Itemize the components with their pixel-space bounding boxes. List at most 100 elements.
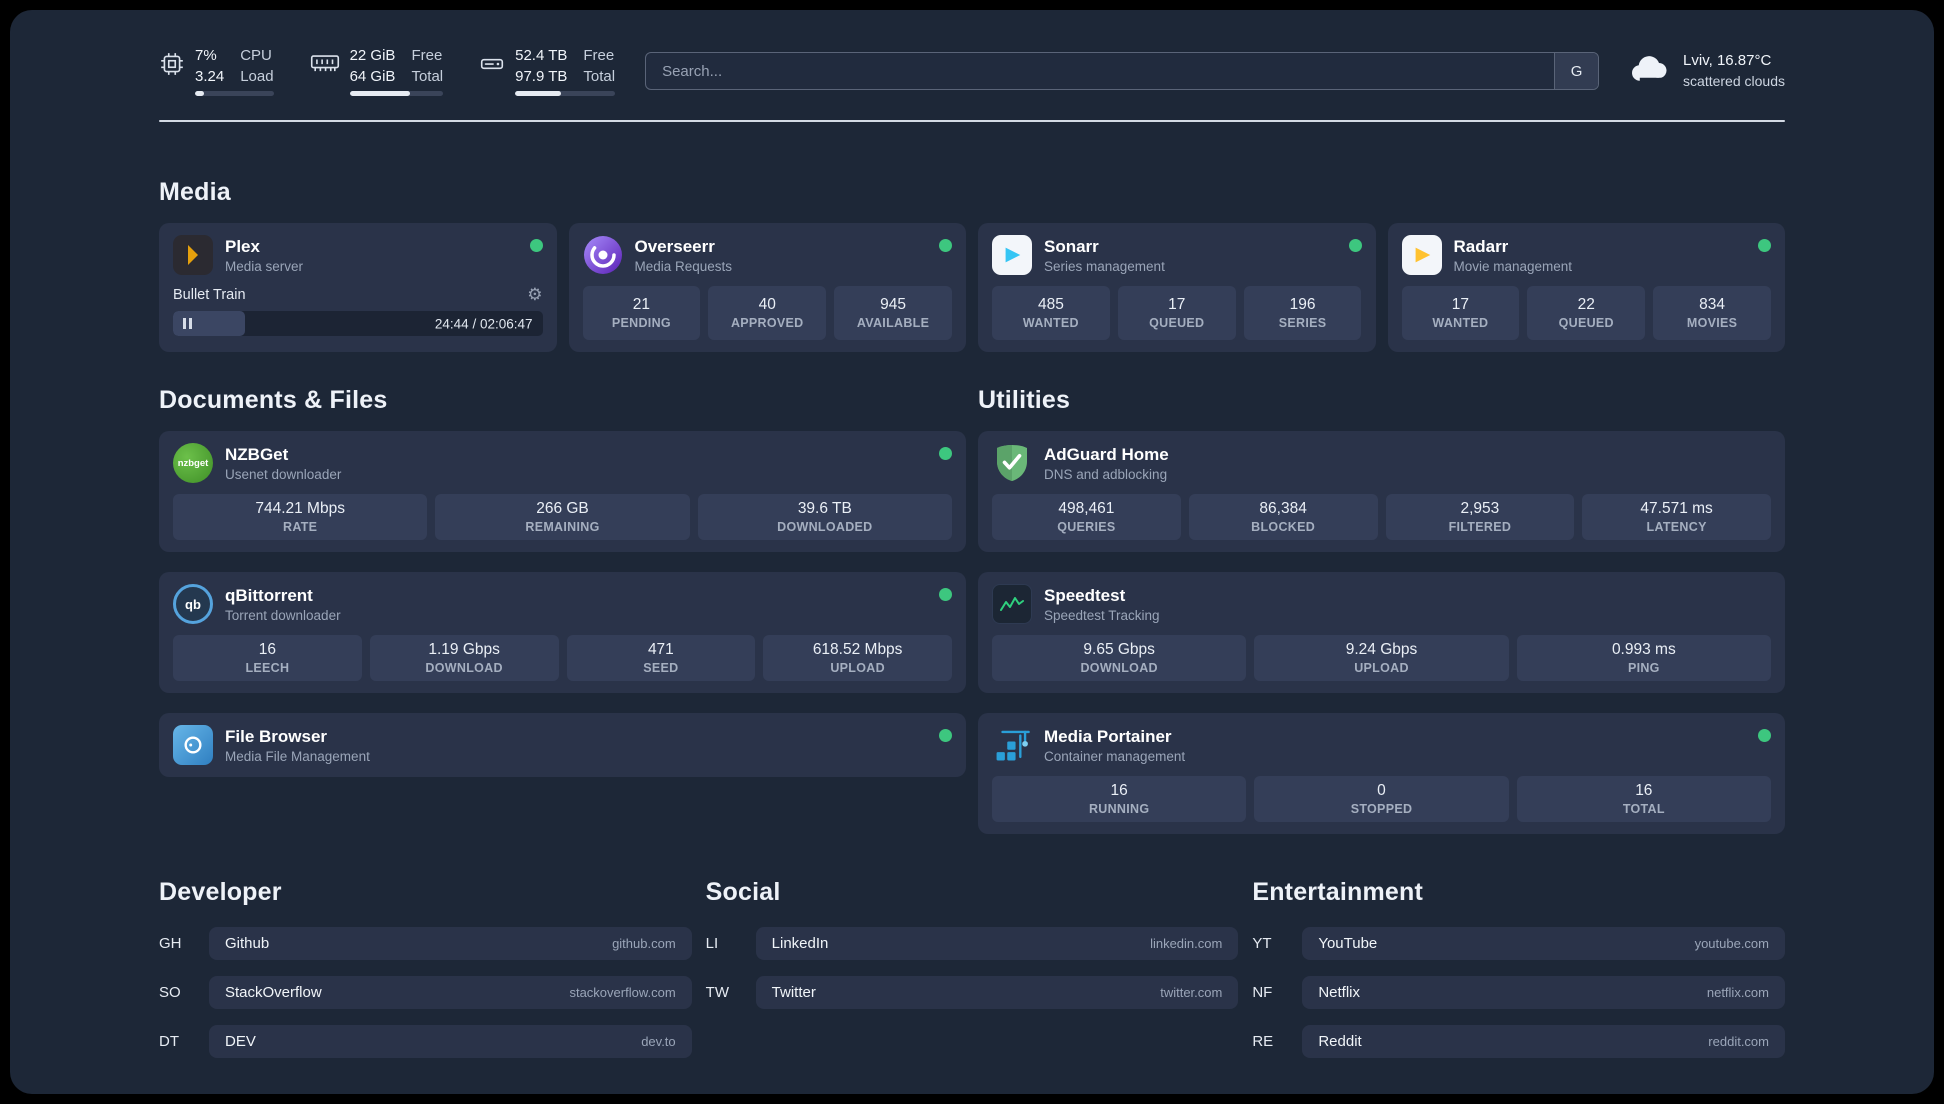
cpu-usage-bar <box>195 91 274 96</box>
bookmark-abbr: TW <box>705 984 729 1001</box>
stat-latency: 47.571 ms LATENCY <box>1582 494 1771 540</box>
playback-time: 24:44 / 02:06:47 <box>434 316 533 331</box>
stat-queries: 498,461 QUERIES <box>992 494 1181 540</box>
cpu-chip-icon <box>159 51 185 77</box>
stat-filtered: 2,953 FILTERED <box>1385 494 1575 540</box>
bookmark-abbr: GH <box>159 935 182 952</box>
stat-download: 1.19 Gbps DOWNLOAD <box>369 635 559 681</box>
ram-total-label: Total <box>411 67 444 85</box>
stat-wanted: 485 WANTED <box>992 286 1110 340</box>
bookmark-abbr: NF <box>1252 984 1273 1001</box>
section-documents: Documents & Files nzbget NZBGet Usenet d… <box>159 386 966 834</box>
qbittorrent-card[interactable]: qb qBittorrent Torrent downloader 16 LEE… <box>159 572 966 693</box>
status-online-dot <box>939 447 952 460</box>
app-description: DNS and adblocking <box>1044 466 1168 482</box>
search-engine-button[interactable]: G <box>1554 53 1599 89</box>
bookmark-link-github[interactable]: Github github.com <box>209 927 692 960</box>
section-media: Media Plex Media server Bullet Train ⚙ 2… <box>159 178 1785 352</box>
bookmark-link-dev[interactable]: DEV dev.to <box>209 1025 692 1058</box>
stat-upload: 618.52 Mbps UPLOAD <box>763 635 952 681</box>
speedtest-card[interactable]: Speedtest Speedtest Tracking 9.65 Gbps D… <box>978 572 1785 693</box>
adguard-shield-icon <box>992 443 1032 483</box>
gear-icon[interactable]: ⚙ <box>527 286 542 303</box>
section-title-entertainment: Entertainment <box>1252 878 1424 906</box>
ram-usage-bar <box>349 91 444 96</box>
system-metrics: 7% CPU 3.24 Load 22 GiB Free 64 GiB Tota… <box>159 46 616 96</box>
radarr-icon <box>1401 235 1442 275</box>
overseerr-card[interactable]: Overseerr Media Requests 21 PENDING 40 A… <box>568 223 966 352</box>
radarr-card[interactable]: Radarr Movie management 17 WANTED 22 QUE… <box>1387 223 1785 352</box>
disk-total-value: 97.9 TB <box>515 67 568 85</box>
section-title-media: Media <box>159 178 231 206</box>
top-bar: 7% CPU 3.24 Load 22 GiB Free 64 GiB Tota… <box>159 46 1785 96</box>
stat-queued: 17 QUEUED <box>1117 286 1236 340</box>
app-description: Media File Management <box>225 748 370 764</box>
stat-downloaded: 39.6 TB DOWNLOADED <box>697 494 952 540</box>
bookmark-link-reddit[interactable]: Reddit reddit.com <box>1302 1025 1785 1058</box>
app-name: Plex <box>225 236 260 256</box>
section-title-documents: Documents & Files <box>159 386 388 414</box>
ram-metric: 22 GiB Free 64 GiB Total <box>310 46 444 96</box>
app-name: Sonarr <box>1044 236 1099 256</box>
stat-leech: 16 LEECH <box>173 635 362 681</box>
plex-card[interactable]: Plex Media server Bullet Train ⚙ 24:44 /… <box>159 223 557 352</box>
bookmark-link-youtube[interactable]: YouTube youtube.com <box>1302 927 1785 960</box>
app-description: Container management <box>1044 748 1186 764</box>
ram-icon <box>310 51 340 75</box>
app-description: Usenet downloader <box>225 466 342 482</box>
app-name: File Browser <box>225 726 328 746</box>
disk-metric: 52.4 TB Free 97.9 TB Total <box>479 46 616 96</box>
dashboard-content: 7% CPU 3.24 Load 22 GiB Free 64 GiB Tota… <box>159 10 1785 1058</box>
sonarr-card[interactable]: Sonarr Series management 485 WANTED 17 Q… <box>978 223 1376 352</box>
adguard-card[interactable]: AdGuard Home DNS and adblocking 498,461 … <box>978 431 1785 552</box>
now-playing-title: Bullet Train <box>173 286 246 303</box>
bookmark-github: GH Github github.com <box>159 927 692 960</box>
ram-free-label: Free <box>411 47 443 64</box>
disk-total-label: Total <box>583 67 616 85</box>
bookmark-twitter: TW Twitter twitter.com <box>706 976 1239 1009</box>
topbar-divider <box>159 120 1785 122</box>
bookmark-link-twitter[interactable]: Twitter twitter.com <box>755 976 1239 1009</box>
app-name: Radarr <box>1453 236 1509 256</box>
nzbget-card[interactable]: nzbget NZBGet Usenet downloader 744.21 M… <box>159 431 966 552</box>
cpu-load-value: 3.24 <box>195 67 225 85</box>
weather-condition: scattered clouds <box>1683 72 1785 89</box>
section-social: Social LI LinkedIn linkedin.com TW Twitt… <box>706 878 1239 1009</box>
bookmark-link-stackoverflow[interactable]: StackOverflow stackoverflow.com <box>209 976 692 1009</box>
app-name: AdGuard Home <box>1044 444 1169 464</box>
app-description: Media Requests <box>634 258 733 274</box>
section-utilities: Utilities AdGuard Home DNS and adblockin… <box>978 386 1785 834</box>
status-online-dot <box>939 729 952 742</box>
section-title-utilities: Utilities <box>978 386 1071 414</box>
bookmark-dev: DT DEV dev.to <box>159 1025 692 1058</box>
status-online-dot <box>1758 239 1771 252</box>
stat-movies: 834 MOVIES <box>1653 286 1771 340</box>
app-description: Movie management <box>1453 258 1573 274</box>
app-description: Media server <box>225 258 304 274</box>
portainer-card[interactable]: Media Portainer Container management 16 … <box>978 713 1785 834</box>
cloud-icon <box>1629 53 1671 88</box>
weather-widget[interactable]: Lviv, 16.87°C scattered clouds <box>1629 51 1785 90</box>
stat-stopped: 0 STOPPED <box>1254 776 1509 822</box>
sonarr-icon <box>992 235 1032 275</box>
app-description: Speedtest Tracking <box>1044 607 1160 623</box>
bookmark-abbr: DT <box>159 1033 179 1050</box>
search-bar: G <box>645 52 1600 90</box>
app-name: Overseerr <box>634 236 715 256</box>
stat-running: 16 RUNNING <box>992 776 1247 822</box>
app-name: NZBGet <box>225 444 289 464</box>
cpu-load-label: Load <box>240 67 274 85</box>
search-input[interactable] <box>646 53 1555 89</box>
stat-pending: 21 PENDING <box>582 286 701 340</box>
cpu-label: CPU <box>240 47 272 64</box>
bookmark-link-linkedin[interactable]: LinkedIn linkedin.com <box>755 927 1239 960</box>
disk-free-value: 52.4 TB <box>515 47 568 64</box>
section-developer: Developer GH Github github.com SO StackO… <box>159 878 692 1058</box>
playback-progress-bar[interactable]: 24:44 / 02:06:47 <box>173 311 543 336</box>
section-title-social: Social <box>705 878 781 906</box>
status-online-dot <box>1348 239 1362 252</box>
stat-queued: 22 QUEUED <box>1527 286 1646 340</box>
bookmark-link-netflix[interactable]: Netflix netflix.com <box>1302 976 1785 1009</box>
pause-icon[interactable] <box>183 318 192 329</box>
filebrowser-card[interactable]: File Browser Media File Management <box>159 713 966 777</box>
